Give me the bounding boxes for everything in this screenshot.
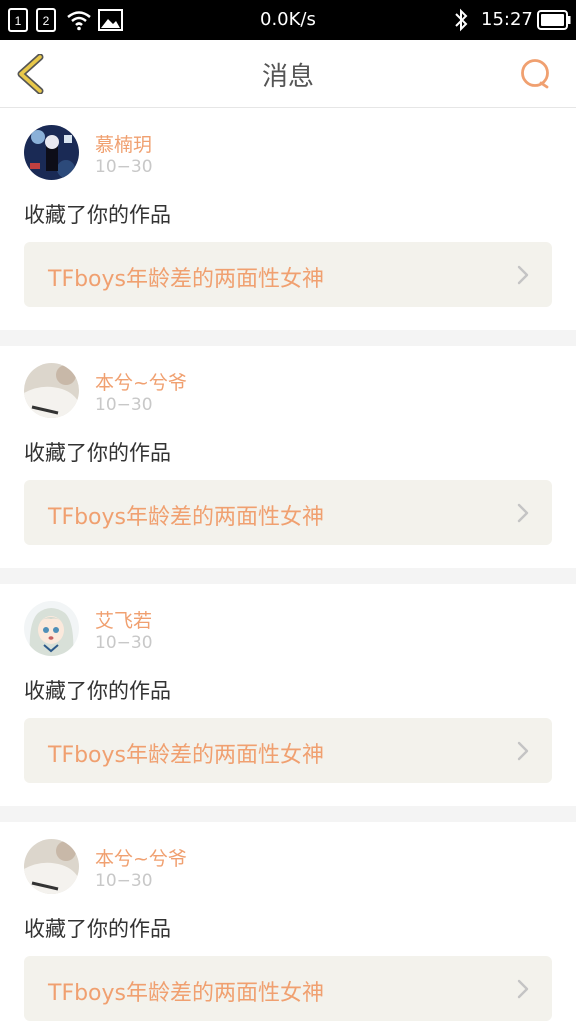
notification-date: 10−30 [95,157,153,177]
dark-art-avatar [24,125,79,180]
search-icon [521,59,549,87]
username[interactable]: 慕楠玥 [95,130,152,157]
battery-icon [537,10,571,30]
status-bar: 1 2 0.0K/s 15:27 [0,0,576,40]
notification-list[interactable]: 慕楠玥 10−30 收藏了你的作品 TFboys年龄差的两面性女神 本兮~兮爷 … [0,108,576,1024]
sim1-icon: 1 [8,8,28,32]
search-button[interactable] [518,56,554,92]
work-title: TFboys年龄差的两面性女神 [48,505,324,530]
notification-action: 收藏了你的作品 [24,679,171,703]
work-link[interactable]: TFboys年龄差的两面性女神 [24,480,552,545]
work-link[interactable]: TFboys年龄差的两面性女神 [24,718,552,783]
notification-date: 10−30 [95,871,153,891]
avatar[interactable] [24,601,79,656]
chevron-right-icon [517,979,529,999]
work-link[interactable]: TFboys年龄差的两面性女神 [24,956,552,1021]
notification-card: 慕楠玥 10−30 收藏了你的作品 TFboys年龄差的两面性女神 [0,108,576,330]
username[interactable]: 本兮~兮爷 [95,844,187,871]
wifi-icon [67,11,91,31]
avatar[interactable] [24,839,79,894]
username[interactable]: 艾飞若 [95,606,152,633]
username[interactable]: 本兮~兮爷 [95,368,187,395]
image-icon [98,9,123,31]
work-title: TFboys年龄差的两面性女神 [48,743,324,768]
network-speed: 0.0K/s [260,9,316,30]
notification-card: 本兮~兮爷 10−30 收藏了你的作品 TFboys年龄差的两面性女神 [0,822,576,1024]
svg-text:2: 2 [43,14,50,28]
notification-date: 10−30 [95,395,153,415]
avatar[interactable] [24,363,79,418]
notification-date: 10−30 [95,633,153,653]
svg-text:1: 1 [15,14,22,28]
work-link[interactable]: TFboys年龄差的两面性女神 [24,242,552,307]
sim2-icon: 2 [36,8,56,32]
anime-girl-avatar [24,601,79,656]
notification-card: 艾飞若 10−30 收藏了你的作品 TFboys年龄差的两面性女神 [0,584,576,806]
chevron-right-icon [517,265,529,285]
work-title: TFboys年龄差的两面性女神 [48,267,324,292]
page-title: 消息 [261,62,314,92]
bluetooth-icon [455,8,468,32]
white-shirt-avatar [24,839,79,894]
avatar[interactable] [24,125,79,180]
status-time: 15:27 [481,9,533,30]
chevron-right-icon [517,503,529,523]
white-shirt-avatar [24,363,79,418]
chevron-right-icon [517,741,529,761]
work-title: TFboys年龄差的两面性女神 [48,981,324,1006]
nav-bar: 消息 [0,40,576,108]
notification-card: 本兮~兮爷 10−30 收藏了你的作品 TFboys年龄差的两面性女神 [0,346,576,568]
notification-action: 收藏了你的作品 [24,203,171,227]
notification-action: 收藏了你的作品 [24,917,171,941]
notification-action: 收藏了你的作品 [24,441,171,465]
